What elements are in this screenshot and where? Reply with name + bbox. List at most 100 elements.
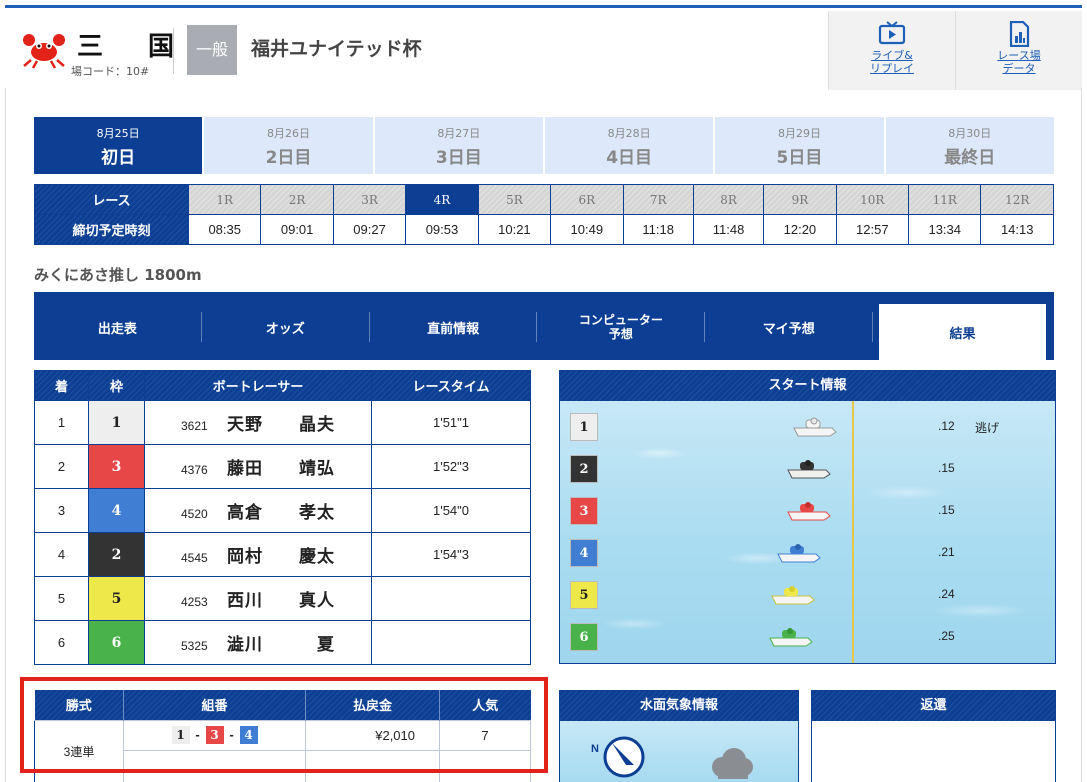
racer-name[interactable]: 澁川 夏 [227, 635, 335, 655]
race-link-4r[interactable]: 4R [405, 184, 479, 215]
deadline-time: 11:48 [692, 214, 765, 245]
day-label: 最終日 [944, 148, 996, 168]
tab-pre-race-info[interactable]: 直前情報 [370, 312, 538, 342]
day-tab-2[interactable]: 8月26日 2日目 [204, 117, 373, 174]
racer-cell[interactable]: 4253 西川 真人 [144, 576, 372, 621]
race-link-11r[interactable]: 11R [908, 184, 982, 215]
start-row: 2 .15 [570, 455, 1050, 483]
waku-badge: 2 [570, 455, 598, 483]
race-link-8r[interactable]: 8R [692, 184, 765, 215]
racer-name[interactable]: 西川 真人 [227, 591, 335, 611]
tab-label: 結果 [949, 326, 976, 342]
start-row: 1 .12 逃げ [570, 413, 1050, 441]
day-date: 8月30日 [948, 127, 992, 140]
race-link-3r[interactable]: 3R [332, 184, 407, 215]
racer-cell[interactable]: 3621 天野 晶夫 [144, 400, 372, 445]
table-row: 4 2 4545 岡村 慶太 1'54"3 [34, 532, 531, 577]
day-label: 5日目 [776, 148, 823, 168]
weather-body: N [560, 721, 798, 782]
waku-badge: 3 [88, 444, 145, 489]
result-header-row: 着 枠 ボートレーサー レースタイム [34, 370, 531, 401]
race-link-12r[interactable]: 12R [980, 184, 1054, 215]
waku-badge: 2 [88, 532, 145, 577]
race-link-9r[interactable]: 9R [763, 184, 837, 215]
kimarite: 逃げ [975, 421, 1000, 435]
cloud-icon [712, 748, 753, 779]
tab-entry-list[interactable]: 出走表 [34, 312, 202, 342]
racer-cell[interactable]: 4520 高倉 孝太 [144, 488, 372, 533]
race-link-1r[interactable]: 1R [187, 184, 262, 215]
live-replay-button[interactable]: ライブ& リプレイ [828, 11, 955, 90]
racer-reg-number: 4376 [181, 463, 208, 477]
col-race-time: レースタイム [371, 370, 531, 401]
data-label-1: レース場 [997, 49, 1041, 62]
race-link-5r[interactable]: 5R [477, 184, 552, 215]
racer-reg-number: 4545 [181, 551, 208, 565]
tab-label: 出走表 [97, 321, 137, 337]
tab-computer-prediction[interactable]: コンピューター 予想 [537, 312, 706, 342]
venue-code: 場コード：10# [71, 65, 150, 78]
tab-odds[interactable]: オッズ [202, 312, 370, 342]
day-label: 3日目 [435, 148, 482, 168]
racer-name[interactable]: 岡村 慶太 [227, 547, 335, 567]
race-link-7r[interactable]: 7R [622, 184, 694, 215]
live-label-2: リプレイ [870, 62, 914, 75]
start-info-panel: スタート情報 1 .12 逃げ 2 .15 3 .15 4 .21 5 .24 … [559, 370, 1056, 664]
day-tab-6[interactable]: 8月30日 最終日 [885, 117, 1054, 174]
race-series-title: 福井ユナイテッド杯 [251, 38, 422, 60]
start-row: 6 .25 [570, 623, 1050, 651]
deadline-time: 14:13 [980, 214, 1054, 245]
waku-badge: 4 [570, 539, 598, 567]
table-row: 6 6 5325 澁川 夏 [34, 620, 531, 665]
boat-icon [777, 544, 821, 563]
rank: 3 [34, 488, 89, 533]
race-time [371, 620, 531, 665]
race-link-10r[interactable]: 10R [835, 184, 910, 215]
day-label: 2日目 [265, 148, 312, 168]
day-date: 8月25日 [96, 127, 140, 140]
racer-cell[interactable]: 5325 澁川 夏 [144, 620, 372, 665]
document-chart-icon [1009, 21, 1030, 47]
deadline-time: 10:21 [477, 214, 552, 245]
race-link-6r[interactable]: 6R [550, 184, 624, 215]
day-tab-3[interactable]: 8月27日 3日目 [374, 117, 543, 174]
venue-data-button[interactable]: レース場 データ [955, 11, 1082, 90]
tab-result[interactable]: 結果 [879, 304, 1046, 360]
racer-cell[interactable]: 4545 岡村 慶太 [144, 532, 372, 577]
start-timing: .15 [938, 503, 955, 517]
race-info-tabs: 出走表 オッズ 直前情報 コンピューター 予想 マイ予想 結果 [34, 292, 1054, 360]
refund-panel: 返還 [811, 690, 1056, 782]
grade-badge: 一般 [187, 25, 237, 75]
racer-name[interactable]: 天野 晶夫 [227, 415, 335, 435]
waku-badge: 3 [570, 497, 598, 525]
racer-name[interactable]: 高倉 孝太 [227, 503, 335, 523]
table-row: 5 5 4253 西川 真人 [34, 576, 531, 621]
boat-icon [793, 417, 837, 437]
deadline-time: 10:49 [550, 214, 624, 245]
start-row: 4 .21 [570, 539, 1050, 567]
start-timing: .12 [938, 419, 955, 433]
day-tab-1[interactable]: 8月25日 初日 [34, 117, 203, 174]
refund-title: 返還 [812, 691, 1055, 721]
racer-reg-number: 4520 [181, 507, 208, 521]
race-number-row: レース 1R 2R 3R 4R 5R 6R 7R 8R 9R 10R 11R 1… [34, 184, 1054, 215]
day-date: 8月28日 [607, 127, 651, 140]
deadline-time: 13:34 [908, 214, 982, 245]
rank: 4 [34, 532, 89, 577]
waku-badge: 5 [570, 581, 598, 609]
racer-name[interactable]: 藤田 靖弘 [227, 459, 335, 479]
deadline-row-header: 締切予定時刻 [34, 214, 189, 245]
col-waku: 枠 [88, 370, 145, 401]
start-timing: .25 [938, 629, 955, 643]
race-link-2r[interactable]: 2R [260, 184, 334, 215]
day-tab-5[interactable]: 8月29日 5日目 [715, 117, 884, 174]
table-row: 3 4 4520 高倉 孝太 1'54"0 [34, 488, 531, 533]
tab-label: マイ予想 [762, 321, 815, 337]
day-tab-4[interactable]: 8月28日 4日目 [544, 117, 714, 174]
race-schedule-table: レース 1R 2R 3R 4R 5R 6R 7R 8R 9R 10R 11R 1… [34, 184, 1054, 245]
tab-my-prediction[interactable]: マイ予想 [705, 312, 874, 342]
waku-badge: 6 [570, 623, 598, 651]
racer-cell[interactable]: 4376 藤田 靖弘 [144, 444, 372, 489]
day-label: 4日目 [606, 148, 653, 168]
tab-label-line-2: 予想 [608, 327, 633, 341]
